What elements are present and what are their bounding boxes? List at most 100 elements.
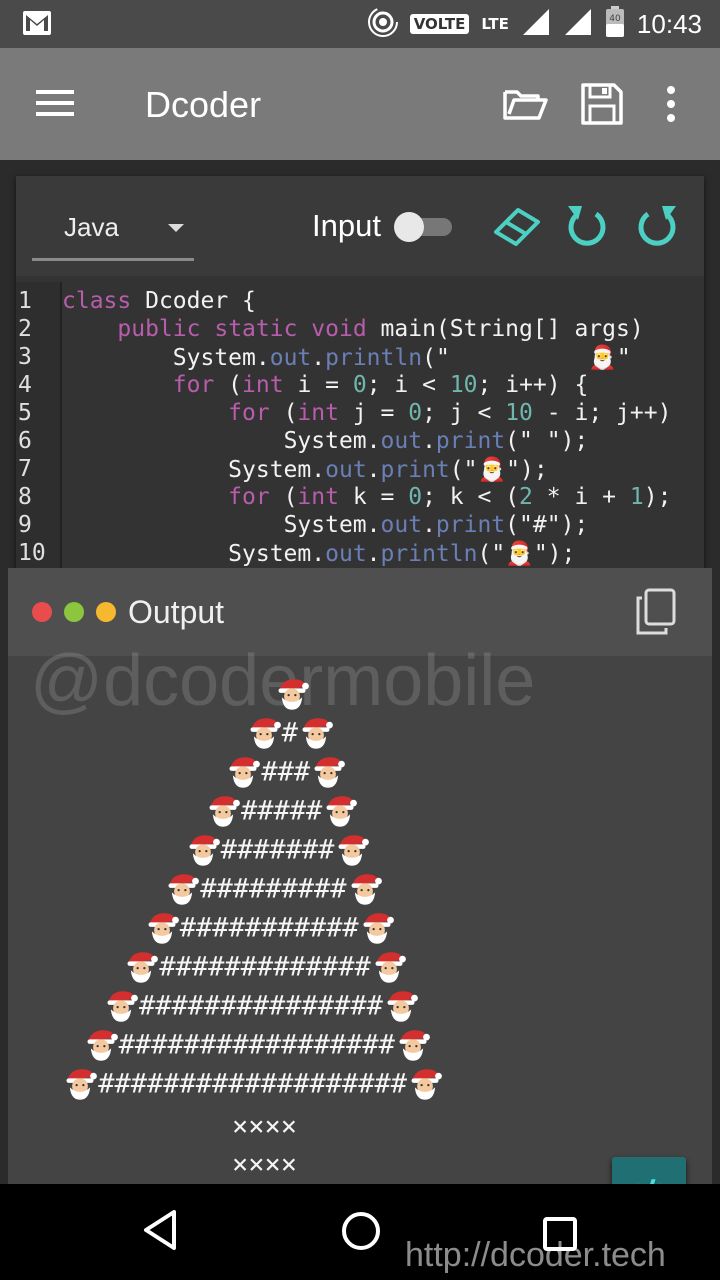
green-dot-icon <box>64 602 84 622</box>
tree-hashes: ########### <box>179 912 359 944</box>
more-options-icon[interactable] <box>665 84 677 128</box>
tree-hashes: ##### <box>241 795 323 827</box>
line-number: 9 <box>18 512 32 538</box>
code-line: public static void main(String[] args) <box>117 316 644 342</box>
tree-row: ########### <box>8 910 712 948</box>
tree-hashes: ######### <box>200 873 347 905</box>
input-toggle[interactable] <box>394 212 456 242</box>
code-line: for (int k = 0; k < (2 * i + 1); <box>228 484 672 510</box>
gmail-icon <box>22 10 52 40</box>
clock: 10:43 <box>636 8 702 39</box>
tree-trunk: ×××× <box>232 1111 298 1142</box>
code-line: System.out.print("🎅"); <box>228 457 548 483</box>
tree-row <box>8 676 712 714</box>
home-icon[interactable] <box>340 1210 382 1256</box>
back-icon[interactable] <box>140 1208 180 1256</box>
tree-row: # <box>8 715 712 753</box>
tree-row: ################### <box>8 1066 712 1104</box>
line-number: 6 <box>18 428 32 454</box>
tree-hashes: ############### <box>139 990 383 1022</box>
line-number: 10 <box>18 540 46 566</box>
line-number: 5 <box>18 400 32 426</box>
santa-emoji-icon <box>107 991 138 1022</box>
battery-icon: 40 <box>605 6 625 42</box>
santa-emoji-icon <box>168 874 200 905</box>
yellow-dot-icon <box>96 602 116 622</box>
santa-emoji-icon <box>351 874 382 905</box>
code-line: System.out.print(" "); <box>283 428 589 454</box>
santa-emoji-icon <box>229 757 261 788</box>
line-number: 1 <box>18 288 32 314</box>
santa-emoji-icon <box>375 952 406 983</box>
code-editor-card: Java Input 1 2 3 4 5 6 7 8 9 10 class Dc… <box>16 176 704 576</box>
code-line: class Dcoder { <box>62 288 256 314</box>
redo-icon[interactable] <box>634 202 680 256</box>
santa-emoji-icon <box>87 1030 118 1061</box>
tree-row: ######### <box>8 871 712 909</box>
code-text-area[interactable]: class Dcoder { public static void main(S… <box>62 282 704 576</box>
line-number: 3 <box>18 344 32 370</box>
svg-text:40: 40 <box>609 14 621 24</box>
line-number: 4 <box>18 372 32 398</box>
tree-hashes: ############# <box>159 951 371 983</box>
status-bar: VOLTE LTE 40 10:43 <box>0 0 720 48</box>
code-line: System.out.print("#"); <box>283 512 589 538</box>
santa-emoji-icon <box>250 718 281 749</box>
tree-trunk: ×××× <box>232 1149 298 1180</box>
santa-emoji-icon <box>399 1030 430 1061</box>
hamburger-menu-icon[interactable] <box>36 88 76 122</box>
code-line: for (int i = 0; i < 10; i++) { <box>172 372 589 398</box>
chevron-down-icon <box>168 224 184 232</box>
santa-emoji-icon <box>189 835 220 866</box>
signal-icon-2 <box>563 7 593 41</box>
line-number: 7 <box>18 456 32 482</box>
santa-emoji-icon <box>148 913 179 944</box>
santa-emoji-icon <box>278 679 309 710</box>
tree-hashes: ####### <box>220 834 335 866</box>
output-title: Output <box>128 594 225 630</box>
line-number: 8 <box>18 484 32 510</box>
santa-emoji-icon <box>338 835 370 866</box>
output-panel: Output @dcodermobile # ### ##### ####### ###… <box>8 568 712 1188</box>
footer-url: http://dcoder.tech <box>405 1236 666 1274</box>
santa-emoji-icon <box>411 1069 442 1100</box>
tree-row: ############### <box>8 988 712 1026</box>
open-folder-icon[interactable] <box>502 84 548 128</box>
tree-hashes: # <box>281 717 299 749</box>
app-bar: Dcoder <box>0 48 720 160</box>
tree-row: ################# <box>8 1027 712 1065</box>
santa-emoji-icon <box>314 757 346 788</box>
tree-hashes: ################### <box>98 1068 408 1100</box>
tree-row: ##### <box>8 793 712 831</box>
santa-emoji-icon <box>326 796 358 827</box>
tree-row: ############# <box>8 949 712 987</box>
language-dropdown[interactable]: Java <box>32 196 194 261</box>
code-line: System.out.println(" 🎅" <box>172 345 631 371</box>
hotspot-icon <box>367 7 398 41</box>
signal-icon <box>521 7 551 41</box>
copy-icon[interactable] <box>634 588 678 640</box>
save-icon[interactable] <box>580 82 624 130</box>
undo-icon[interactable] <box>564 202 610 256</box>
tree-hashes: ### <box>261 756 311 788</box>
line-number-gutter: 1 2 3 4 5 6 7 8 9 10 <box>16 282 62 576</box>
input-label: Input <box>312 208 381 243</box>
code-line: System.out.println("🎅"); <box>228 541 576 567</box>
santa-emoji-icon <box>387 991 418 1022</box>
tree-row: ####### <box>8 832 712 870</box>
tree-hashes: ################# <box>118 1029 395 1061</box>
santa-emoji-icon <box>363 913 394 944</box>
eraser-icon[interactable] <box>492 204 544 252</box>
santa-emoji-icon <box>209 796 240 827</box>
lte-indicator: LTE <box>481 15 509 33</box>
santa-emoji-icon <box>66 1069 98 1100</box>
santa-emoji-icon <box>302 718 333 749</box>
app-title: Dcoder <box>145 84 262 125</box>
red-dot-icon <box>32 602 52 622</box>
tree-row: ### <box>8 754 712 792</box>
code-line: for (int j = 0; j < 10 - i; j++) <box>228 400 672 426</box>
line-number: 2 <box>18 316 32 342</box>
volte-badge: VOLTE <box>409 14 470 34</box>
language-label: Java <box>64 212 119 242</box>
editor-toolbar: Java Input <box>16 176 704 276</box>
